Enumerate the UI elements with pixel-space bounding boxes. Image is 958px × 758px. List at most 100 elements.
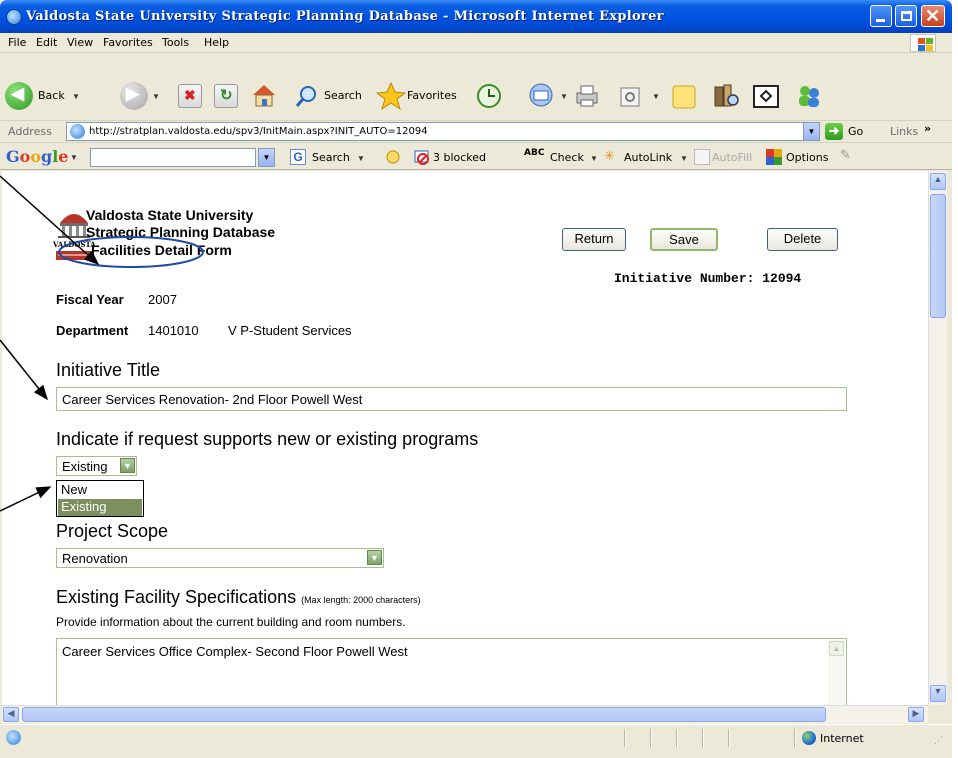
- facility-specs-label: Existing Facility Specifications: [56, 587, 297, 607]
- page-status-icon: [6, 730, 21, 745]
- program-dropdown-icon[interactable]: ▼: [120, 458, 135, 473]
- program-options-list[interactable]: New Existing: [56, 480, 144, 517]
- refresh-icon[interactable]: ↻: [214, 84, 238, 108]
- google-menu-dropdown-icon[interactable]: ▼: [70, 153, 78, 162]
- save-button[interactable]: Save: [650, 228, 718, 251]
- back-arrow-icon[interactable]: ◀: [5, 82, 33, 110]
- menu-file[interactable]: File: [8, 36, 26, 49]
- initiative-title-value: Career Services Renovation- 2nd Floor Po…: [62, 392, 363, 407]
- google-search-input[interactable]: [90, 148, 256, 167]
- links-chevron-icon[interactable]: »: [924, 122, 931, 135]
- status-bar: Internet ⋰: [0, 724, 952, 750]
- highlight-pencil-icon[interactable]: ✎: [840, 148, 851, 163]
- stop-icon[interactable]: ✖: [178, 84, 202, 108]
- menu-edit[interactable]: Edit: [36, 36, 57, 49]
- go-button[interactable]: Go: [848, 125, 863, 138]
- go-arrow-icon[interactable]: ➜: [825, 123, 843, 140]
- scrollbar-corner: [928, 705, 947, 723]
- maximize-button[interactable]: [895, 5, 917, 27]
- menu-favorites[interactable]: Favorites: [103, 36, 153, 49]
- links-label[interactable]: Links: [890, 125, 918, 138]
- messenger-window-icon[interactable]: [752, 83, 779, 108]
- autolink-dropdown-icon[interactable]: ▼: [680, 154, 688, 163]
- popups-blocked-label[interactable]: 3 blocked: [433, 151, 486, 164]
- autolink-sparkle-icon[interactable]: ✳: [604, 149, 615, 164]
- status-divider: [794, 729, 795, 747]
- favorites-star-icon[interactable]: [375, 81, 407, 111]
- program-option-existing[interactable]: Existing: [58, 499, 142, 516]
- google-input-dropdown-icon[interactable]: ▼: [258, 148, 275, 167]
- search-icon[interactable]: [294, 84, 318, 108]
- textarea-scrollbar[interactable]: ▲: [828, 640, 845, 705]
- menu-view[interactable]: View: [67, 36, 93, 49]
- program-question-label: Indicate if request supports new or exis…: [56, 429, 479, 449]
- google-g-icon[interactable]: G: [290, 149, 306, 165]
- header-university: Valdosta State University: [86, 207, 254, 223]
- back-label[interactable]: Back: [38, 89, 65, 102]
- home-icon[interactable]: [250, 82, 275, 107]
- note-icon[interactable]: [670, 83, 696, 109]
- address-input[interactable]: http://stratplan.valdosta.edu/spv3/InitM…: [66, 122, 820, 141]
- search-label[interactable]: Search: [324, 89, 362, 102]
- menu-tools[interactable]: Tools: [162, 36, 189, 49]
- research-icon[interactable]: [712, 82, 739, 107]
- program-option-new[interactable]: New: [58, 482, 142, 499]
- address-url[interactable]: http://stratplan.valdosta.edu/spv3/InitM…: [89, 126, 428, 137]
- return-button[interactable]: Return: [562, 228, 626, 251]
- security-zone-label: Internet: [820, 732, 864, 745]
- popup-blocker-icon[interactable]: [414, 149, 430, 165]
- forward-dropdown-icon[interactable]: ▼: [152, 92, 160, 101]
- resize-grip-icon[interactable]: ⋰: [934, 735, 943, 746]
- facility-specs-textarea[interactable]: Career Services Office Complex- Second F…: [56, 638, 847, 705]
- google-search-dropdown-icon[interactable]: ▼: [357, 154, 365, 163]
- menu-help[interactable]: Help: [204, 36, 229, 49]
- department-label: Department: [56, 323, 129, 338]
- history-icon[interactable]: [475, 82, 501, 108]
- project-scope-dropdown-icon[interactable]: ▼: [367, 550, 382, 565]
- options-button[interactable]: Options: [786, 151, 828, 164]
- program-select[interactable]: Existing ▼: [56, 456, 137, 476]
- status-divider: [650, 729, 651, 747]
- initiative-number: Initiative Number: 12094: [614, 271, 802, 286]
- page-icon: [70, 124, 85, 139]
- autofill-button: AutoFill: [712, 151, 753, 164]
- forward-arrow-icon[interactable]: ▶: [120, 82, 148, 110]
- options-icon[interactable]: [766, 149, 782, 165]
- favorites-label[interactable]: Favorites: [407, 89, 457, 102]
- status-divider: [728, 729, 729, 747]
- edit-page-icon[interactable]: [617, 84, 641, 108]
- scroll-down-icon[interactable]: ▼: [930, 685, 946, 702]
- vertical-scrollbar[interactable]: ▲ ▼: [928, 171, 947, 705]
- vertical-scroll-thumb[interactable]: [930, 194, 946, 318]
- address-dropdown-icon[interactable]: ▼: [803, 123, 819, 140]
- status-divider: [676, 729, 677, 747]
- spellcheck-icon[interactable]: ABC: [524, 148, 544, 158]
- minimize-button[interactable]: [870, 5, 892, 27]
- mail-dropdown-icon[interactable]: ▼: [560, 92, 568, 101]
- google-toolbar: Google ▼ ▼ G Search ▼ 3 blocked ABC Chec…: [0, 145, 952, 170]
- google-search-button[interactable]: Search: [312, 151, 350, 164]
- project-scope-select[interactable]: Renovation ▼: [56, 548, 384, 568]
- print-icon[interactable]: [573, 82, 598, 107]
- autolink-button[interactable]: AutoLink: [624, 151, 672, 164]
- check-dropdown-icon[interactable]: ▼: [590, 154, 598, 163]
- back-dropdown-icon[interactable]: ▼: [72, 92, 80, 101]
- edit-dropdown-icon[interactable]: ▼: [652, 92, 660, 101]
- initiative-title-input[interactable]: Career Services Renovation- 2nd Floor Po…: [56, 387, 847, 411]
- google-logo[interactable]: Google: [6, 147, 68, 166]
- delete-button[interactable]: Delete: [767, 228, 838, 251]
- mail-icon[interactable]: [528, 82, 553, 107]
- pagerank-icon[interactable]: [385, 149, 401, 165]
- textarea-scroll-up-icon[interactable]: ▲: [829, 641, 844, 656]
- scroll-up-icon[interactable]: ▲: [930, 173, 946, 190]
- scroll-left-icon[interactable]: ◀: [3, 707, 19, 722]
- header-database: Strategic Planning Database: [86, 224, 276, 240]
- horizontal-scroll-thumb[interactable]: [22, 707, 826, 722]
- messenger-people-icon[interactable]: [795, 82, 819, 107]
- page-content: VALDOSTA Valdosta State University Strat…: [2, 171, 928, 705]
- scroll-right-icon[interactable]: ▶: [908, 707, 924, 722]
- horizontal-scrollbar[interactable]: ◀ ▶: [2, 705, 928, 723]
- close-button[interactable]: ✕: [921, 5, 945, 27]
- check-button[interactable]: Check: [550, 151, 584, 164]
- status-divider: [624, 729, 625, 747]
